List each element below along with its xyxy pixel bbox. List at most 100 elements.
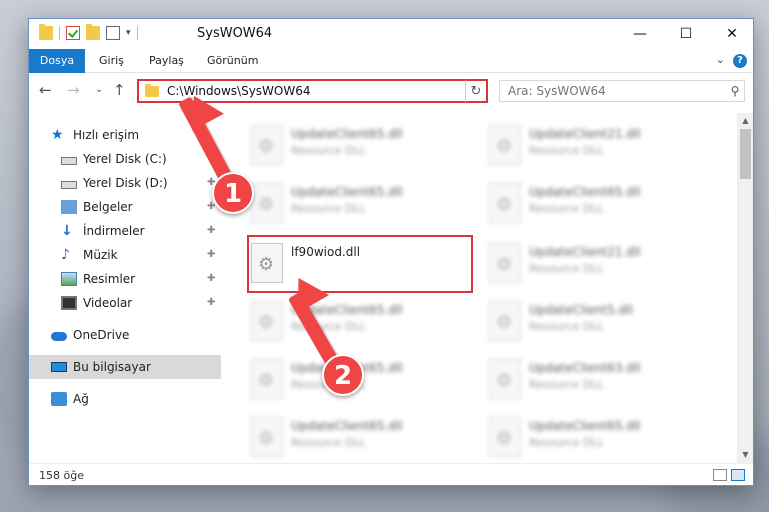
recent-locations-icon[interactable]: ⌄ xyxy=(95,84,103,95)
file-item[interactable]: UpdateClient65.dll Resource DLL xyxy=(473,411,709,469)
quick-access-toolbar: ▾ xyxy=(39,24,138,40)
file-item[interactable]: UpdateClient65.dll Resource DLL xyxy=(235,295,471,353)
sidebar-item-music[interactable]: ♪ Müzik xyxy=(61,243,221,267)
file-item[interactable]: UpdateClient65.dll Resource DLL xyxy=(235,119,471,177)
large-icons-view-icon[interactable] xyxy=(731,469,745,481)
file-item[interactable]: UpdateClient65.dll Resource DLL xyxy=(235,411,471,469)
close-button[interactable]: ✕ xyxy=(709,19,753,49)
refresh-icon: ↻ xyxy=(470,83,482,99)
dll-file-icon xyxy=(251,359,283,399)
back-arrow-icon[interactable]: ← xyxy=(39,81,52,99)
pin-icon[interactable]: ✚ xyxy=(207,297,215,308)
window-title: SysWOW64 xyxy=(197,26,273,41)
sidebar-item-label: Belgeler xyxy=(83,200,133,214)
sidebar-item-label: Hızlı erişim xyxy=(73,128,140,142)
search-box: ⚲ xyxy=(499,80,745,102)
step-badge-1: 1 xyxy=(212,172,254,214)
documents-icon xyxy=(61,200,77,214)
address-path: C:\Windows\SysWOW64 xyxy=(167,84,311,98)
tab-home[interactable]: Giriş xyxy=(87,49,136,73)
search-input[interactable] xyxy=(500,81,726,101)
scroll-down-icon[interactable]: ▼ xyxy=(737,447,753,463)
scroll-thumb[interactable] xyxy=(740,129,751,179)
sidebar-item-label: İndirmeler xyxy=(83,224,145,238)
scroll-up-icon[interactable]: ▲ xyxy=(737,113,753,129)
file-type: Resource DLL xyxy=(291,144,366,157)
file-name: UpdateClient65.dll xyxy=(529,419,641,433)
sidebar-item-onedrive[interactable]: OneDrive xyxy=(51,323,221,347)
dll-file-icon xyxy=(489,301,521,341)
file-type: Resource DLL xyxy=(291,436,366,449)
sidebar-item-label: Müzik xyxy=(83,248,118,262)
videos-icon xyxy=(61,296,77,310)
file-item[interactable]: UpdateClient21.dll Resource DLL xyxy=(473,119,709,177)
step-badge-2: 2 xyxy=(322,354,364,396)
maximize-button[interactable]: ☐ xyxy=(663,19,709,49)
customize-dropdown-icon[interactable]: ▾ xyxy=(126,28,131,38)
file-type: Resource DLL xyxy=(529,202,604,215)
computer-icon xyxy=(51,362,67,372)
pin-icon[interactable]: ✚ xyxy=(207,273,215,284)
sidebar-item-label: Resimler xyxy=(83,272,136,286)
help-button[interactable]: ? xyxy=(733,54,747,68)
tab-file[interactable]: Dosya xyxy=(29,49,85,73)
sidebar-item-network[interactable]: Ağ xyxy=(51,387,221,411)
music-icon: ♪ xyxy=(61,247,70,263)
dll-file-icon xyxy=(251,301,283,341)
file-name: UpdateClient63.dll xyxy=(529,361,641,375)
rename-icon[interactable] xyxy=(106,26,120,40)
properties-check-icon[interactable] xyxy=(66,26,80,40)
pin-icon[interactable]: ✚ xyxy=(207,249,215,260)
dll-file-icon xyxy=(251,417,283,457)
minimize-button[interactable]: — xyxy=(617,19,663,49)
disk-icon xyxy=(61,180,77,189)
sidebar-item-documents[interactable]: Belgeler xyxy=(61,195,221,219)
explorer-window: ▾ SysWOW64 — ☐ ✕ Dosya Giriş Paylaş Görü… xyxy=(28,18,754,486)
sidebar-item-this-pc[interactable]: Bu bilgisayar xyxy=(29,355,221,379)
sidebar-item-disk-d[interactable]: Yerel Disk (D:) xyxy=(61,171,221,195)
pictures-icon xyxy=(61,272,77,286)
file-type: Resource DLL xyxy=(529,378,604,391)
vertical-scrollbar[interactable]: ▲ ▼ xyxy=(737,113,753,463)
sidebar-item-label: Videolar xyxy=(83,296,133,310)
sidebar-item-videos[interactable]: Videolar xyxy=(61,291,221,315)
file-item[interactable]: UpdateClient5.dll Resource DLL xyxy=(473,295,709,353)
file-type: Resource DLL xyxy=(529,262,604,275)
file-type: Resource DLL xyxy=(529,436,604,449)
view-switcher xyxy=(713,469,745,481)
dll-file-icon xyxy=(251,183,283,223)
cloud-icon xyxy=(51,332,67,341)
navigation-pane: ★ Hızlı erişim Yerel Disk (C:) ✚ Yerel D… xyxy=(29,113,225,463)
file-item[interactable]: UpdateClient63.dll Resource DLL xyxy=(473,353,709,411)
up-arrow-icon[interactable]: ↑ xyxy=(113,81,126,99)
folder-icon[interactable] xyxy=(39,24,53,40)
file-name: UpdateClient65.dll xyxy=(291,127,403,141)
forward-arrow-icon[interactable]: → xyxy=(67,81,80,99)
file-item[interactable]: UpdateClient65.dll Resource DLL xyxy=(235,177,471,235)
new-folder-icon[interactable] xyxy=(86,24,100,40)
file-type: Resource DLL xyxy=(529,144,604,157)
item-count: 158 öğe xyxy=(39,469,84,482)
refresh-button[interactable]: ↻ xyxy=(465,79,488,103)
pin-icon[interactable]: ✚ xyxy=(207,225,215,236)
file-name: UpdateClient65.dll xyxy=(529,185,641,199)
sidebar-item-pictures[interactable]: Resimler xyxy=(61,267,221,291)
navigation-bar: ← → ⌄ ↑ C:\Windows\SysWOW64 ⌄ ↻ ⚲ xyxy=(29,73,753,109)
file-item[interactable]: UpdateClient21.dll Resource DLL xyxy=(473,237,709,295)
file-type: Resource DLL xyxy=(291,202,366,215)
sidebar-item-downloads[interactable]: ↓ İndirmeler xyxy=(61,219,221,243)
file-item[interactable]: UpdateClient65.dll Resource DLL xyxy=(473,177,709,235)
tab-view[interactable]: Görünüm xyxy=(195,49,270,73)
expand-ribbon-icon[interactable]: ⌄ xyxy=(716,53,725,66)
toolbar-divider xyxy=(136,26,138,40)
dll-file-icon xyxy=(251,125,283,165)
dll-file-icon xyxy=(489,417,521,457)
file-name: UpdateClient5.dll xyxy=(529,303,633,317)
tab-share[interactable]: Paylaş xyxy=(137,49,196,73)
search-icon[interactable]: ⚲ xyxy=(726,84,744,98)
status-bar: 158 öğe xyxy=(29,463,753,485)
file-type: Resource DLL xyxy=(529,320,604,333)
toolbar-divider xyxy=(59,26,60,40)
sidebar-item-disk-c[interactable]: Yerel Disk (C:) xyxy=(61,147,221,171)
details-view-icon[interactable] xyxy=(713,469,727,481)
